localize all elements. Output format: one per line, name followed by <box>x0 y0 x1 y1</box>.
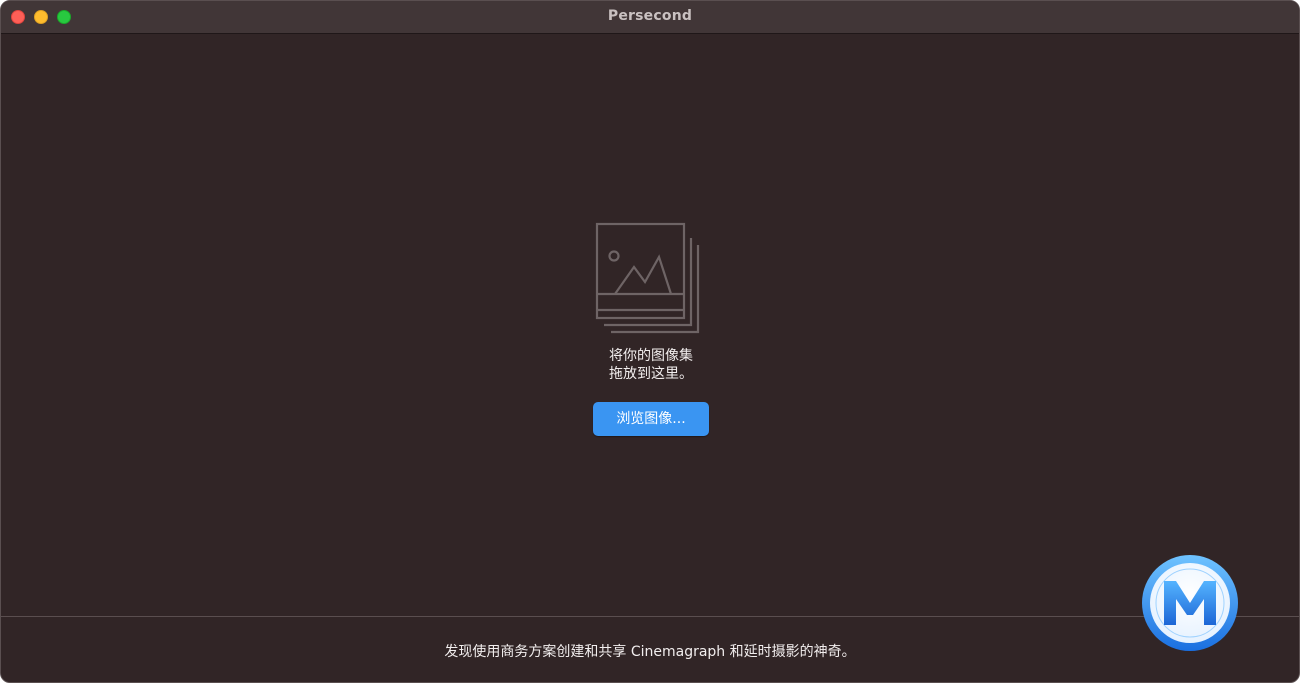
drop-instruction-line-1: 将你的图像集 <box>609 348 693 364</box>
image-stack-icon <box>595 222 700 334</box>
m-logo-icon <box>1142 555 1238 651</box>
footer-divider <box>1 616 1299 617</box>
title-bar[interactable]: Persecond <box>1 1 1299 34</box>
browse-images-button[interactable]: 浏览图像... <box>593 402 709 436</box>
window-title: Persecond <box>607 8 693 24</box>
app-window: Persecond 将你的图像集 拖放到这里。 浏览图像... 发现使用商务方案… <box>0 0 1300 683</box>
drop-instruction-line-2: 拖放到这里。 <box>609 366 693 382</box>
footer-tagline: 发现使用商务方案创建和共享 Cinemagraph 和延时摄影的神奇。 <box>444 644 856 660</box>
image-drop-zone[interactable]: 将你的图像集 拖放到这里。 浏览图像... <box>1 34 1299 616</box>
